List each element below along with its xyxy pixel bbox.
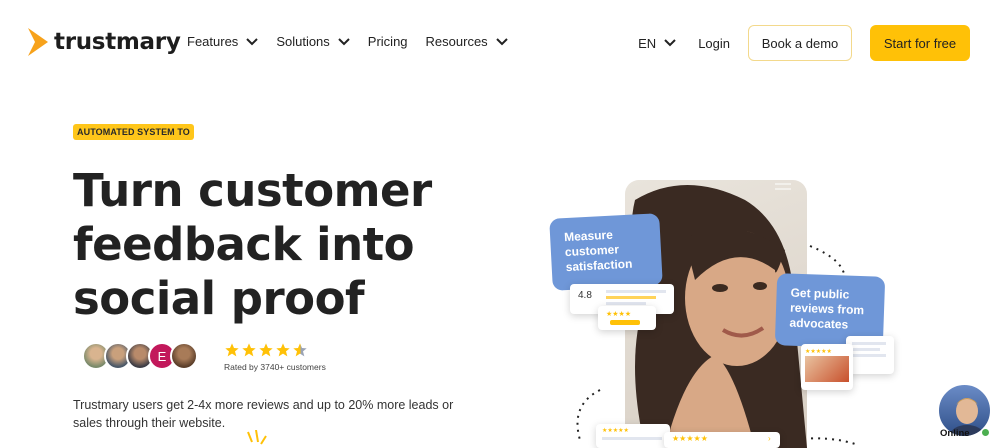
avatar-letter: E bbox=[157, 348, 167, 364]
measure-satisfaction-bubble: Measure customer satisfaction bbox=[549, 213, 663, 291]
login-link[interactable]: Login bbox=[698, 36, 730, 51]
language-label: EN bbox=[638, 35, 657, 51]
bottom-review-card-right: ★★★★★ › bbox=[664, 432, 780, 448]
menu-item-label: Solutions bbox=[276, 34, 330, 49]
menu-item-label: Pricing bbox=[367, 34, 408, 49]
hero-subtext: Trustmary users get 2-4x more reviews an… bbox=[73, 398, 454, 430]
avatar bbox=[170, 342, 198, 370]
headline-line: feedback into bbox=[73, 218, 415, 271]
chevron-down-icon bbox=[495, 37, 508, 45]
nav-actions: EN Login Book a demo Start for free bbox=[638, 25, 970, 61]
online-status-dot bbox=[981, 428, 990, 437]
menu-item-resources[interactable]: Resources bbox=[426, 34, 508, 49]
star-icon bbox=[242, 343, 256, 357]
public-review-card bbox=[846, 336, 894, 374]
bottom-review-card-left: ★★★★★ bbox=[596, 424, 670, 448]
main-menu: Features Solutions Pricing Resources bbox=[187, 34, 508, 49]
review-widget-card: ★★★★ bbox=[598, 306, 656, 330]
menu-item-pricing[interactable]: Pricing bbox=[368, 34, 408, 49]
start-free-button[interactable]: Start for free bbox=[870, 25, 970, 61]
rating-block: Rated by 3740+ customers bbox=[224, 342, 326, 372]
headline-line: Turn customer bbox=[73, 164, 432, 217]
star-half-icon bbox=[293, 343, 307, 357]
star-icon bbox=[276, 343, 290, 357]
language-selector[interactable]: EN bbox=[638, 36, 676, 51]
star-icon bbox=[259, 343, 273, 357]
customer-avatars: E bbox=[82, 342, 198, 370]
menu-item-solutions[interactable]: Solutions bbox=[276, 34, 350, 49]
book-demo-button[interactable]: Book a demo bbox=[748, 25, 852, 61]
trustmary-logo[interactable]: trustmary bbox=[28, 28, 181, 56]
star-icon bbox=[225, 343, 239, 357]
satisfaction-score: 4.8 bbox=[578, 290, 592, 301]
menu-item-features[interactable]: Features bbox=[187, 34, 259, 49]
menu-item-label: Resources bbox=[425, 34, 488, 49]
star-rating bbox=[224, 342, 326, 358]
hero-badge: AUTOMATED SYSTEM TO bbox=[73, 124, 194, 140]
review-with-photo-card: ★★★★★ bbox=[801, 344, 853, 390]
menu-item-label: Features bbox=[187, 34, 239, 49]
logo-mark-icon bbox=[28, 28, 48, 56]
rating-caption: Rated by 3740+ customers bbox=[224, 362, 326, 372]
chevron-down-icon bbox=[246, 37, 259, 45]
sparkle-decoration-icon bbox=[247, 430, 267, 445]
headline-line: social proof bbox=[73, 272, 365, 325]
chevron-down-icon bbox=[664, 39, 676, 47]
chat-status-label: Online bbox=[940, 428, 970, 439]
top-navigation: trustmary Features Solutions Pricing Res… bbox=[0, 0, 1000, 86]
logo-text: trustmary bbox=[54, 29, 181, 55]
chevron-down-icon bbox=[338, 37, 350, 45]
hero-headline: Turn customer feedback into social proof bbox=[73, 164, 493, 326]
